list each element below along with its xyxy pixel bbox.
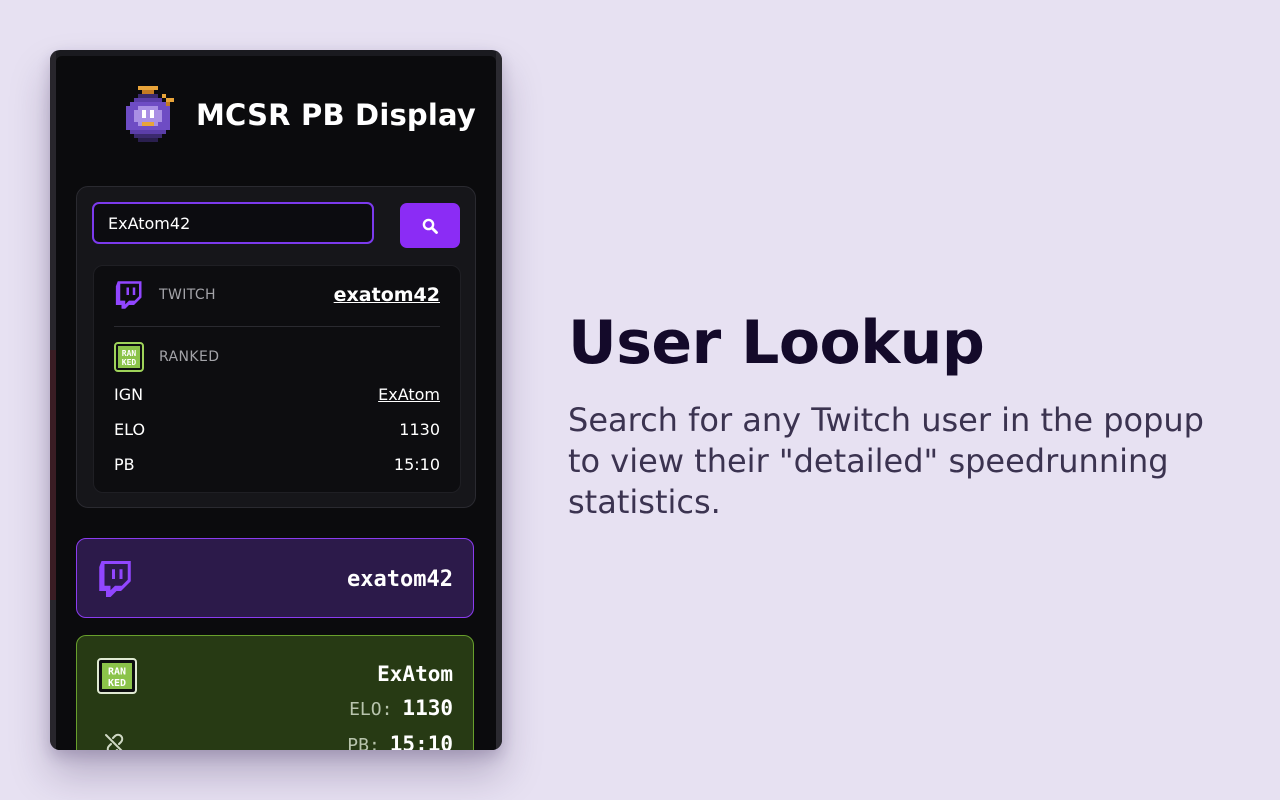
result-divider: [114, 326, 440, 327]
stat-row-ign: IGN ExAtom: [114, 385, 440, 404]
twitch-icon: [99, 561, 131, 597]
app-title: MCSR PB Display: [196, 98, 477, 132]
svg-text:KED: KED: [122, 358, 137, 367]
twitch-overlay-card[interactable]: exatom42: [76, 538, 474, 618]
feature-headline: User Lookup: [568, 308, 985, 378]
unlink-icon[interactable]: [103, 732, 127, 750]
search-icon: [422, 218, 438, 234]
svg-text:RAN: RAN: [122, 349, 137, 358]
search-button[interactable]: [400, 203, 460, 248]
ranked-icon: RAN KED: [114, 342, 144, 372]
stat-label: ELO: [114, 420, 146, 439]
popup-header: MCSR PB Display: [56, 56, 496, 176]
search-input[interactable]: [92, 202, 374, 244]
feature-description: Search for any Twitch user in the popup …: [568, 401, 1204, 521]
clock-logo-icon: [126, 86, 174, 142]
elo-label: ELO:: [349, 699, 393, 720]
pb-value: 15:10: [389, 732, 453, 750]
twitch-row: TWITCH exatom42: [114, 280, 440, 310]
svg-text:KED: KED: [108, 678, 126, 689]
twitch-user-link[interactable]: exatom42: [334, 284, 440, 306]
ranked-label: RANKED: [159, 349, 220, 365]
ranked-icon: RAN KED: [97, 658, 137, 694]
ranked-elo: ELO: 1130: [349, 696, 453, 720]
ign-link[interactable]: ExAtom: [378, 385, 440, 404]
stat-label: PB: [114, 455, 135, 474]
stat-label: IGN: [114, 385, 144, 404]
stat-value: 15:10: [393, 455, 440, 474]
background-page-strip-right: [496, 50, 502, 750]
elo-value: 1130: [402, 696, 453, 720]
search-card: TWITCH exatom42 RAN KED RANKED IGN ExAto…: [76, 186, 476, 508]
twitch-username: exatom42: [347, 567, 453, 592]
ranked-pb: PB: 15:10: [347, 732, 453, 750]
stat-value: 1130: [399, 420, 440, 439]
pb-label: PB:: [347, 735, 380, 750]
ranked-overlay-card[interactable]: RAN KED ExAtom ELO: 1130 PB: 15:10: [76, 635, 474, 750]
ranked-row: RAN KED RANKED: [114, 342, 440, 372]
stat-row-pb: PB 15:10: [114, 455, 440, 474]
stat-row-elo: ELO 1130: [114, 420, 440, 439]
twitch-label: TWITCH: [159, 287, 216, 303]
lookup-result: TWITCH exatom42 RAN KED RANKED IGN ExAto…: [93, 265, 461, 493]
svg-text:RAN: RAN: [108, 667, 126, 678]
extension-popup: MCSR PB Display TWITCH: [56, 56, 496, 750]
ranked-ign: ExAtom: [377, 662, 453, 686]
twitch-icon: [115, 281, 142, 309]
popup-window: MCSR PB Display TWITCH: [50, 50, 502, 750]
